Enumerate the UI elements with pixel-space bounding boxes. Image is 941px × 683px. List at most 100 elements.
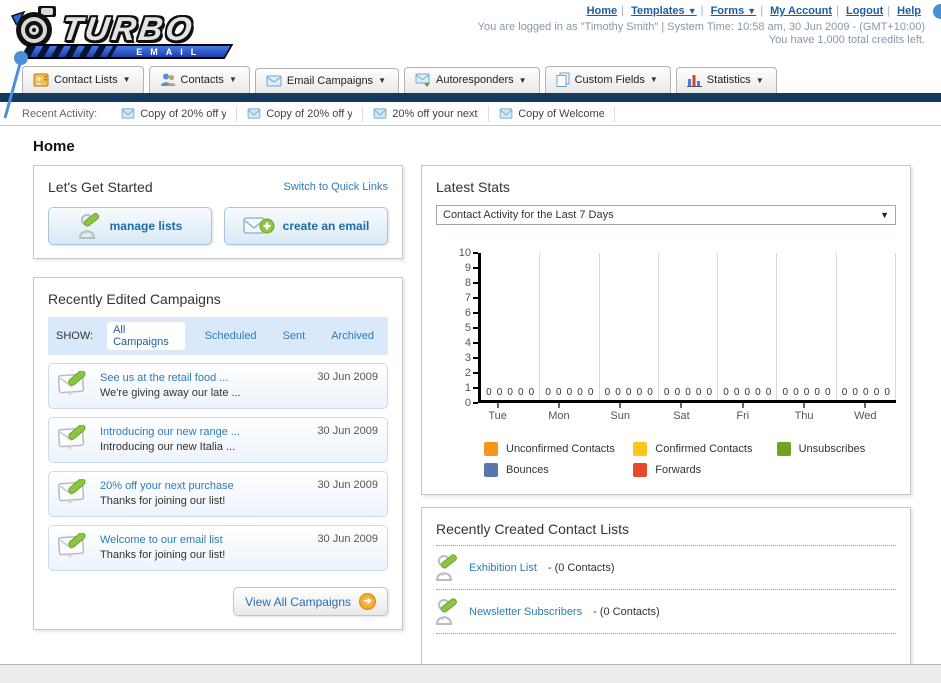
envelope-pencil-icon: [58, 533, 86, 558]
legend-item: Unsubscribes: [776, 442, 896, 456]
campaign-filter-tab[interactable]: Scheduled: [199, 328, 263, 344]
chart-value-label: 0: [873, 387, 880, 398]
chart-value-label: 0: [814, 387, 820, 398]
latest-stats-title: Latest Stats: [436, 179, 510, 195]
statistics-icon: [686, 75, 702, 87]
contacts-icon: [160, 73, 176, 86]
chart-x-label: Fri: [712, 403, 773, 422]
chart-value-label: 0: [841, 387, 848, 398]
tab-statistics[interactable]: Statistics ▼: [675, 67, 777, 93]
custom-fields-icon: [556, 72, 570, 87]
campaign-subtitle: We're giving away our late ...: [100, 387, 241, 399]
chart-y-tick: 7: [465, 291, 478, 305]
manage-lists-button[interactable]: manage lists: [48, 207, 212, 245]
tab-label: Autoresponders: [435, 74, 514, 86]
contact-list-count: - (0 Contacts): [593, 605, 660, 618]
chart-y-tick: 5: [465, 321, 478, 335]
tab-autoresponders[interactable]: Autoresponders ▼: [403, 67, 540, 93]
envelope-icon: [373, 108, 387, 119]
chart-legend: Unconfirmed Contacts Confirmed Contacts …: [484, 442, 896, 477]
chart-day-group: 00000: [777, 253, 837, 400]
envelope-pencil-icon: [58, 425, 86, 450]
chart-value-label: 0: [518, 387, 524, 398]
logo-banner: EMAIL: [19, 44, 234, 59]
chart-value-label: 0: [863, 387, 869, 398]
contact-list-link[interactable]: Exhibition List: [469, 562, 537, 574]
nav-link-home[interactable]: Home: [587, 5, 618, 17]
recent-activity-item[interactable]: Copy of 20% off yo: [111, 105, 238, 122]
nav-link-my-account[interactable]: My Account: [770, 5, 832, 17]
campaign-row[interactable]: Introducing our new range ... Introducin…: [48, 417, 388, 463]
chart-value-label: 0: [604, 387, 611, 398]
chart-value-label: 0: [706, 387, 713, 398]
campaign-filter-tab[interactable]: Archived: [325, 328, 380, 344]
recent-activity-item[interactable]: 20% off your next p: [363, 105, 490, 122]
chart-value-label: 0: [566, 387, 573, 398]
campaign-date: 30 Jun 2009: [317, 479, 378, 491]
legend-label: Unsubscribes: [798, 443, 866, 455]
callout-line-decoration: [3, 51, 28, 119]
campaign-date: 30 Jun 2009: [317, 533, 378, 545]
chart-y-tick: 3: [465, 351, 478, 365]
tab-contact-lists[interactable]: Contact Lists ▼: [22, 66, 144, 93]
campaign-row[interactable]: 20% off your next purchase Thanks for jo…: [48, 471, 388, 517]
chart-y-tick: 9: [465, 261, 478, 275]
chart-value-label: 0: [695, 387, 702, 398]
chart-value-label: 0: [556, 387, 562, 398]
chart-day-group: 00000: [540, 253, 600, 400]
contact-list-item[interactable]: Newsletter Subscribers - (0 Contacts): [436, 590, 896, 634]
login-info-text: You are logged in as "Timothy Smith" | S…: [477, 21, 925, 33]
nav-link-help[interactable]: Help: [897, 5, 921, 17]
view-all-campaigns-button[interactable]: View All Campaigns ➜: [233, 587, 388, 616]
recent-activity-text: Copy of 20% off yo: [266, 107, 353, 120]
chart-x-label: Sun: [590, 403, 651, 422]
create-email-button[interactable]: create an email: [224, 207, 388, 245]
nav-link-logout[interactable]: Logout: [846, 5, 883, 17]
campaign-filter-tab[interactable]: All Campaigns: [107, 322, 185, 350]
nav-link-templates[interactable]: Templates ▼: [631, 5, 697, 17]
campaign-title-link[interactable]: Welcome to our email list: [100, 534, 223, 546]
navy-divider-bar: [0, 93, 941, 102]
contact-list-link[interactable]: Newsletter Subscribers: [469, 606, 582, 618]
campaign-title-link[interactable]: Introducing our new range ...: [100, 426, 240, 438]
view-all-campaigns-label: View All Campaigns: [245, 594, 351, 609]
chart-plot: 00000000000000000000000000000000000: [478, 253, 896, 403]
nav-link-forms[interactable]: Forms ▼: [711, 5, 757, 17]
tab-custom-fields[interactable]: Custom Fields ▼: [544, 66, 671, 93]
stats-dropdown[interactable]: Contact Activity for the Last 7 Days ▼: [436, 205, 896, 225]
recent-activity-text: Copy of 20% off yo: [140, 107, 227, 120]
chart-x-label: Wed: [835, 403, 896, 422]
campaign-subtitle: Thanks for joining our list!: [100, 549, 226, 561]
tab-label: Contacts: [180, 73, 224, 86]
recent-activity-text: 20% off your next p: [392, 107, 479, 120]
chart-y-axis: 0 1 2 3 4 5 6 7 8 9 10: [450, 247, 478, 409]
chevron-down-icon: ▼: [747, 6, 757, 16]
chart-value-label: 0: [755, 387, 761, 398]
stats-dropdown-value: Contact Activity for the Last 7 Days: [443, 209, 614, 221]
contact-list-item[interactable]: Exhibition List - (0 Contacts): [436, 546, 896, 590]
corner-dot-decoration: [933, 4, 941, 19]
tab-contacts[interactable]: Contacts ▼: [148, 66, 250, 93]
campaign-row[interactable]: See us at the retail food ... We're givi…: [48, 363, 388, 409]
recent-activity-item[interactable]: Copy of 20% off yo: [237, 105, 364, 122]
email-campaigns-icon: [266, 75, 282, 87]
arrow-right-icon: ➜: [359, 593, 376, 610]
campaign-filter-tab[interactable]: Sent: [277, 328, 312, 344]
chart-y-tick: 2: [465, 366, 478, 380]
campaign-title-link[interactable]: See us at the retail food ...: [100, 372, 228, 384]
legend-item: Forwards: [633, 463, 776, 477]
chart-y-tick: 8: [465, 276, 478, 290]
recent-activity-item[interactable]: Copy of Welcome to: [489, 105, 616, 122]
chart-x-label: Sat: [651, 403, 712, 422]
campaign-date: 30 Jun 2009: [317, 371, 378, 383]
right-column: Latest Stats Contact Activity for the La…: [421, 165, 911, 683]
campaign-row[interactable]: Welcome to our email list Thanks for joi…: [48, 525, 388, 571]
chart-value-label: 0: [685, 387, 691, 398]
campaign-title-link[interactable]: 20% off your next purchase: [100, 480, 234, 492]
chevron-down-icon: ▼: [880, 210, 889, 220]
tab-email-campaigns[interactable]: Email Campaigns ▼: [254, 68, 399, 93]
switch-quick-links-link[interactable]: Switch to Quick Links: [283, 181, 388, 193]
legend-label: Bounces: [506, 464, 549, 476]
page-title: Home: [33, 138, 75, 155]
logo-title: TURBO: [59, 10, 197, 47]
